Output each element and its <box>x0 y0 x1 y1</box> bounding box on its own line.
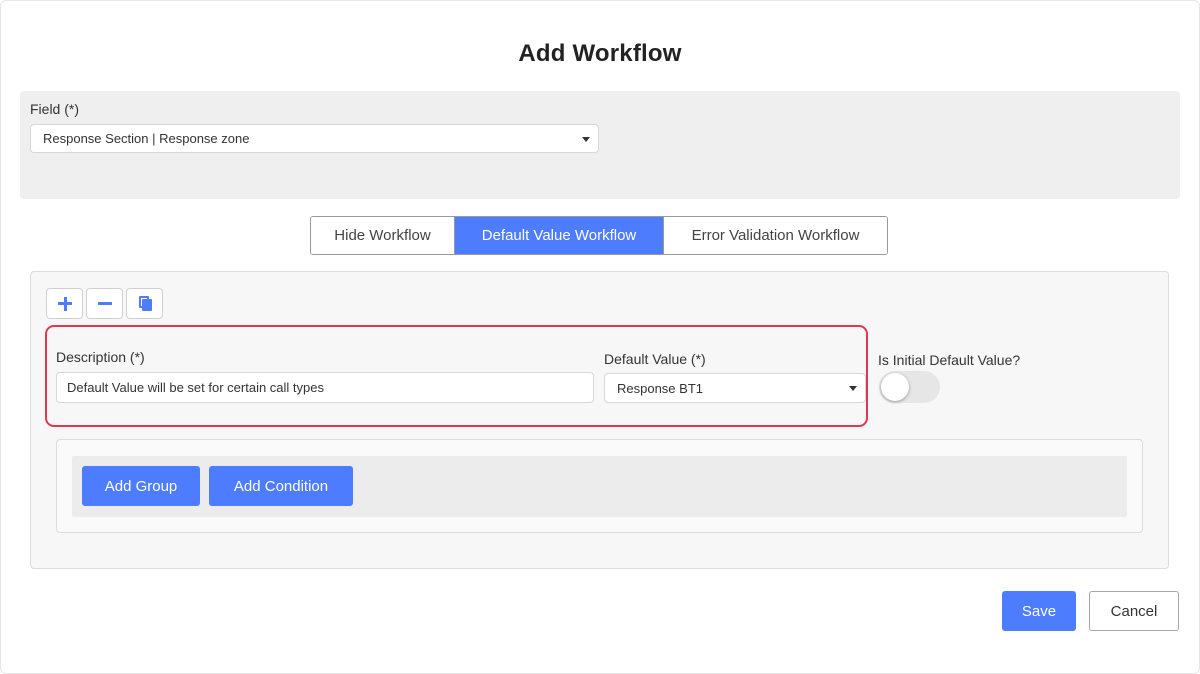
field-label: Field (*) <box>30 101 80 117</box>
workflow-tabs: Hide Workflow Default Value Workflow Err… <box>310 216 888 255</box>
dialog-title: Add Workflow <box>518 40 682 67</box>
plus-icon-stroke <box>63 296 67 311</box>
tab-error-validation-workflow[interactable]: Error Validation Workflow <box>664 217 887 254</box>
copy-rule-button[interactable] <box>126 288 163 319</box>
description-label: Description (*) <box>56 349 145 365</box>
default-value-select[interactable]: Response BT1 <box>604 373 866 403</box>
add-group-button[interactable]: Add Group <box>82 466 200 506</box>
add-condition-button[interactable]: Add Condition <box>209 466 353 506</box>
tab-hide-workflow[interactable]: Hide Workflow <box>311 217 455 254</box>
initial-default-label: Is Initial Default Value? <box>878 352 1021 368</box>
minus-icon <box>98 302 112 305</box>
default-value-select-value: Response BT1 <box>617 380 703 396</box>
default-value-label: Default Value (*) <box>604 351 706 367</box>
toggle-knob <box>881 373 909 401</box>
save-button[interactable]: Save <box>1002 591 1076 631</box>
remove-rule-button[interactable] <box>86 288 123 319</box>
tab-default-value-workflow[interactable]: Default Value Workflow <box>455 217 664 254</box>
copy-icon-front <box>142 299 152 311</box>
field-select-value: Response Section | Response zone <box>43 131 250 146</box>
description-input-value: Default Value will be set for certain ca… <box>67 380 324 395</box>
caret-down-icon <box>582 136 590 142</box>
field-select[interactable]: Response Section | Response zone <box>30 124 599 153</box>
cancel-button[interactable]: Cancel <box>1089 591 1179 631</box>
add-rule-button[interactable] <box>46 288 83 319</box>
caret-down-icon <box>849 386 857 391</box>
description-input[interactable]: Default Value will be set for certain ca… <box>56 372 594 403</box>
initial-default-toggle[interactable] <box>879 371 940 403</box>
